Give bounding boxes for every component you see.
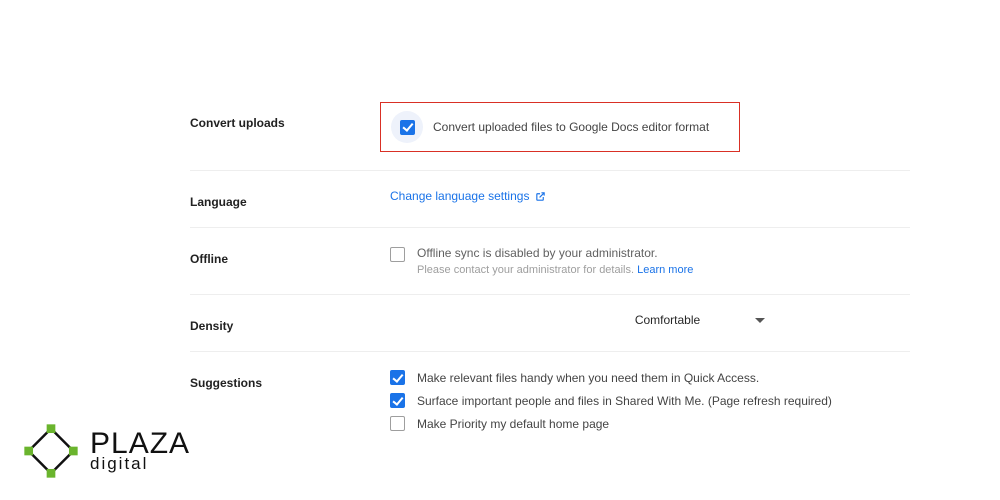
- text-suggestion-2: Make Priority my default home page: [417, 417, 609, 431]
- text-offline: Offline sync is disabled by your adminis…: [417, 246, 658, 260]
- density-value: Comfortable: [535, 313, 700, 327]
- link-change-language[interactable]: Change language settings: [390, 189, 546, 203]
- text-suggestion-0: Make relevant files handy when you need …: [417, 371, 759, 385]
- logo-icon: [20, 420, 82, 482]
- settings-page: Convert uploads Convert uploaded files t…: [0, 0, 1000, 500]
- content-offline: Offline sync is disabled by your adminis…: [390, 246, 910, 276]
- row-density: Density Comfortable: [190, 294, 910, 351]
- checkbox-suggestion-0[interactable]: [390, 370, 405, 385]
- text-convert-option: Convert uploaded files to Google Docs ed…: [433, 120, 709, 134]
- checkbox-suggestion-1[interactable]: [390, 393, 405, 408]
- checkbox-halo: [391, 111, 423, 143]
- link-change-language-text: Change language settings: [390, 189, 529, 203]
- content-density: Comfortable: [390, 313, 910, 327]
- link-learn-more[interactable]: Learn more: [637, 264, 693, 276]
- subtext-offline: Please contact your administrator for de…: [417, 264, 693, 276]
- text-suggestion-1: Surface important people and files in Sh…: [417, 394, 832, 408]
- suggestion-item-2: Make Priority my default home page: [390, 416, 910, 431]
- label-density: Density: [190, 313, 390, 333]
- suggestion-item-0: Make relevant files handy when you need …: [390, 370, 910, 385]
- checkbox-offline[interactable]: [390, 247, 405, 262]
- logo-text-line1: PLAZA: [90, 431, 190, 457]
- brand-logo: PLAZA digital: [20, 420, 190, 482]
- offline-text-block: Offline sync is disabled by your adminis…: [417, 246, 693, 276]
- content-suggestions: Make relevant files handy when you need …: [390, 370, 910, 431]
- label-suggestions: Suggestions: [190, 370, 390, 390]
- checkbox-suggestion-2[interactable]: [390, 416, 405, 431]
- content-convert-uploads: Convert uploaded files to Google Docs ed…: [390, 110, 910, 152]
- row-offline: Offline Offline sync is disabled by your…: [190, 227, 910, 294]
- highlight-convert-option: Convert uploaded files to Google Docs ed…: [380, 102, 740, 152]
- label-convert-uploads: Convert uploads: [190, 110, 390, 130]
- row-language: Language Change language settings: [190, 170, 910, 227]
- checkbox-convert-uploads[interactable]: [400, 120, 415, 135]
- chevron-down-icon: [755, 318, 765, 323]
- settings-list: Convert uploads Convert uploaded files t…: [190, 90, 910, 449]
- row-suggestions: Suggestions Make relevant files handy wh…: [190, 351, 910, 449]
- density-select[interactable]: Comfortable: [390, 313, 910, 327]
- label-offline: Offline: [190, 246, 390, 266]
- label-language: Language: [190, 189, 390, 209]
- logo-text: PLAZA digital: [90, 431, 190, 471]
- content-language: Change language settings: [390, 189, 910, 203]
- suggestion-item-1: Surface important people and files in Sh…: [390, 393, 910, 408]
- row-convert-uploads: Convert uploads Convert uploaded files t…: [190, 90, 910, 170]
- open-in-new-icon: [535, 191, 546, 202]
